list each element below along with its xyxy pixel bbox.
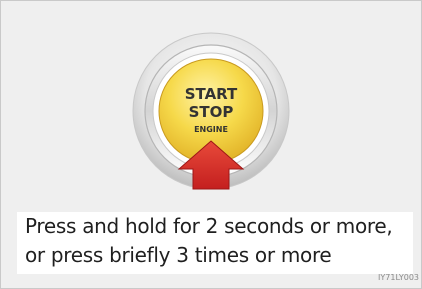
- figure-frame: START STOP ENGINE Press and hold for 2 s…: [0, 0, 422, 289]
- caption-line-1: Press and hold for 2 seconds or more,: [25, 214, 393, 238]
- caption-line-2: or press briefly 3 times or more: [25, 243, 332, 267]
- button-label-start: START: [185, 85, 238, 103]
- instruction-caption: Press and hold for 2 seconds or more, or…: [17, 212, 413, 274]
- button-label-stop: STOP: [189, 103, 234, 121]
- figure-code: IY71LY003: [378, 273, 419, 282]
- start-stop-engine-illustration: START STOP ENGINE: [132, 32, 290, 190]
- button-label-engine: ENGINE: [194, 125, 228, 134]
